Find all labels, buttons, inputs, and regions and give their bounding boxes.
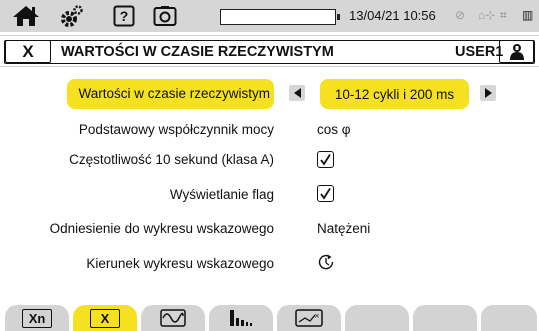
phasor-reference-value[interactable]: Natężeni <box>317 221 370 236</box>
battery-icon <box>220 9 340 25</box>
realtime-value-field[interactable]: 10-12 cykli i 200 ms <box>320 79 469 109</box>
svg-text:×: × <box>314 312 320 320</box>
checkmark-icon <box>320 154 331 166</box>
datetime: 13/04/21 10:56 <box>349 8 436 23</box>
previous-value-arrow[interactable] <box>289 85 305 101</box>
realtime-setting-label[interactable]: Wartości w czasie rzeczywistym <box>67 79 274 109</box>
bottom-tab-bar: Xn X × <box>0 299 539 331</box>
help-glyph: ? <box>119 8 129 24</box>
trend-icon: × <box>295 309 323 327</box>
next-value-arrow[interactable] <box>480 85 496 101</box>
status-bar: ? 13/04/21 10:56 ⊘ ⌂⊹ ⌗ ▥ <box>0 0 539 32</box>
flags-label: Wyświetlanie flag <box>169 187 274 202</box>
realtime-label-text: Wartości w czasie rzeczywistym <box>78 86 270 101</box>
title-bar: X WARTOŚCI W CZASIE RZECZYWISTYM USER1 <box>0 35 539 67</box>
flags-checkbox[interactable] <box>317 185 334 202</box>
tab-empty-1 <box>345 305 409 331</box>
page-title: WARTOŚCI W CZASIE RZECZYWISTYM <box>61 44 334 60</box>
harmonics-icon <box>230 310 252 326</box>
frequency-10s-label: Częstotliwość 10 sekund (klasa A) <box>69 152 274 167</box>
power-factor-label: Podstawowy współczynnik mocy <box>78 122 274 137</box>
power-factor-value[interactable]: cos φ <box>317 122 351 137</box>
user-label: USER1 <box>455 44 504 60</box>
tab-xn-label: Xn <box>21 308 53 328</box>
help-icon[interactable]: ? <box>112 3 136 29</box>
phasor-reference-label: Odniesienie do wykresu wskazowego <box>49 221 274 236</box>
checkmark-icon <box>320 188 331 200</box>
tab-x-label: X <box>89 308 121 328</box>
close-button[interactable]: X <box>5 40 51 63</box>
phasor-direction-label: Kierunek wykresu wskazowego <box>86 256 274 271</box>
frequency-10s-checkbox[interactable] <box>317 151 334 168</box>
settings-icon[interactable] <box>58 3 86 29</box>
sd-card-icon: ▥ <box>522 8 534 22</box>
recording-icon: ⊘ <box>455 8 466 22</box>
tab-empty-2 <box>413 305 477 331</box>
tab-realtime-values[interactable]: X <box>73 305 137 331</box>
tab-harmonics[interactable] <box>209 305 273 331</box>
counterclockwise-rotation-icon[interactable] <box>317 253 335 271</box>
tab-waveform[interactable] <box>141 305 205 331</box>
home-icon[interactable] <box>10 3 42 29</box>
usb-icon: ⌂⊹ <box>478 8 496 22</box>
title-frame: X WARTOŚCI W CZASIE RZECZYWISTYM USER1 <box>4 40 535 64</box>
tab-trend[interactable]: × <box>277 305 341 331</box>
tab-empty-3 <box>481 305 537 331</box>
network-icon: ⌗ <box>500 8 507 22</box>
tab-harmonics-n[interactable]: Xn <box>5 305 69 331</box>
realtime-value-text: 10-12 cykli i 200 ms <box>334 86 455 102</box>
user-icon <box>509 43 524 60</box>
camera-icon[interactable] <box>152 3 178 29</box>
waveform-icon <box>160 309 186 327</box>
user-profile-button[interactable] <box>499 40 534 63</box>
